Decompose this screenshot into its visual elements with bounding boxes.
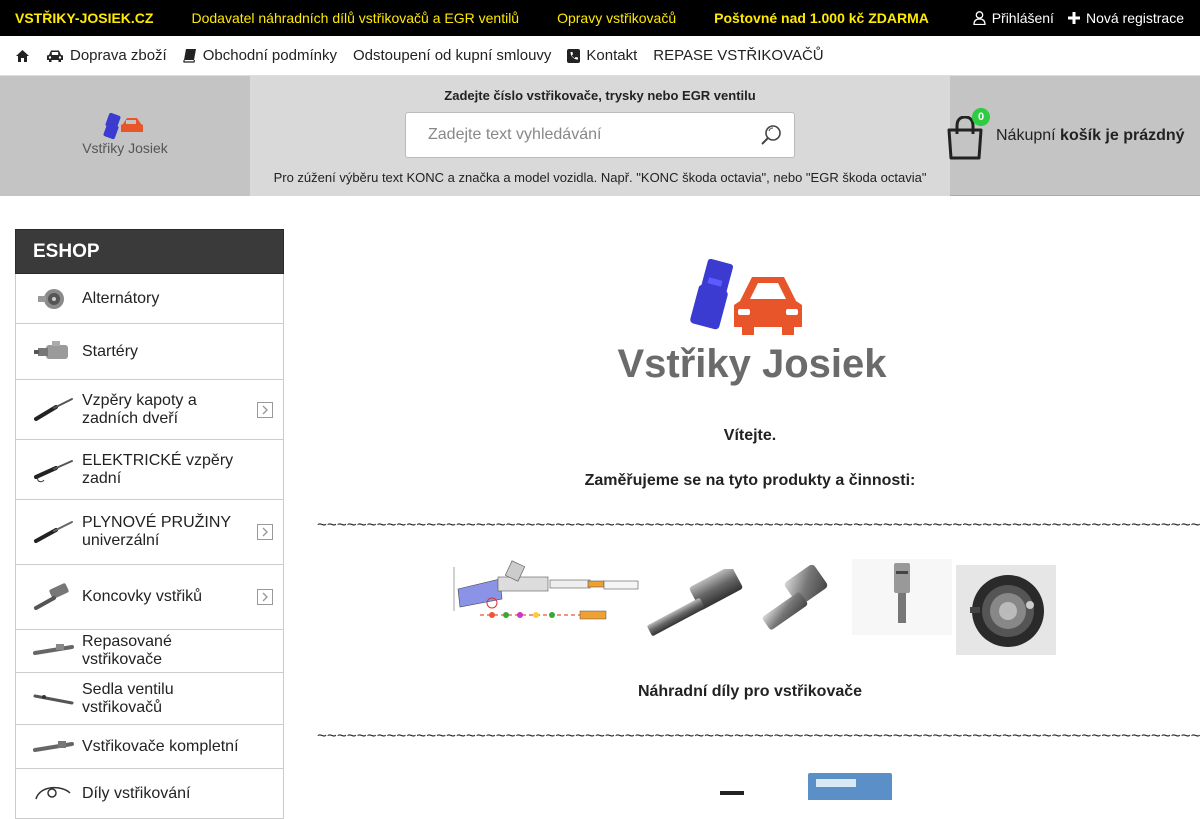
eshop-sidebar: ESHOP Alternátory Startéry Vzpěry kapoty…: [15, 229, 284, 819]
sidebar-item-label: Repasované vstřikovače: [82, 633, 172, 668]
sidebar-item-alternatory[interactable]: Alternátory: [15, 274, 284, 324]
shopping-bag-icon: 0: [946, 108, 990, 160]
logo-text: Vstřiky Josiek: [82, 140, 169, 156]
nozzle-product-3[interactable]: [852, 559, 952, 635]
sidebar-item-label: Vstřikovače kompletní: [82, 737, 239, 755]
sidebar-item-label: ELEKTRICKÉ vzpěry zadní: [82, 452, 234, 487]
sidebar-item-label: Koncovky vstřiků: [82, 588, 203, 605]
injection-parts-thumb: [35, 786, 71, 800]
car-icon: [47, 50, 63, 62]
sidebar-item-label: PLYNOVÉ PRUŽINY univerzální: [82, 514, 231, 549]
repairs-link[interactable]: Opravy vstřikovačů: [557, 10, 676, 26]
injector-graphic: [690, 259, 734, 330]
menu-item-label: Odstoupení od kupní smlouvy: [352, 47, 552, 64]
search-button[interactable]: [748, 113, 794, 157]
valve-seat-thumb: [33, 694, 74, 704]
sidebar-item-label: Startéry: [82, 342, 139, 360]
menu-item-refurbish[interactable]: REPASE VSTŘIKOVAČŮ: [653, 47, 823, 64]
book-icon: [183, 49, 196, 63]
focus-heading: Zaměřujeme se na tyto produkty a činnost…: [584, 472, 916, 489]
sidebar-item-sedla[interactable]: Sedla ventilu vstřikovačů: [15, 673, 284, 725]
tagline-link[interactable]: Dodavatel náhradních dílů vstřikovačů a …: [191, 10, 519, 26]
sidebar-item-label: Vzpěry kapoty a zadních dveří: [82, 392, 197, 427]
shipping-notice[interactable]: Poštovné nad 1.000 kč ZDARMA: [714, 10, 929, 26]
plus-icon: [1067, 12, 1080, 24]
menu-item-label: Doprava zboží: [70, 47, 167, 64]
home-icon: [16, 49, 29, 62]
top-bar: VSTŘIKY-JOSIEK.CZ Dodavatel náhradních d…: [0, 0, 1200, 36]
alternator-thumb: [38, 288, 64, 309]
menu-item-label: Kontakt: [586, 47, 638, 64]
sidebar-item-label: Díly vstřikování: [82, 785, 191, 802]
search-hint: Pro zúžení výběru text KONC a značka a m…: [273, 170, 927, 185]
site-logo[interactable]: Vstřiky Josiek: [0, 76, 250, 196]
cart-status-text: košík je prázdný: [1060, 127, 1185, 144]
nozzle-thumb: [34, 583, 69, 610]
main-content: Vstřiky Josiek Vítejte. Zaměřujeme se na…: [300, 197, 1200, 800]
register-label: Nová registrace: [1085, 10, 1184, 26]
menu-item-home[interactable]: [15, 49, 30, 63]
menu-item-shipping[interactable]: Doprava zboží: [46, 47, 167, 64]
login-link[interactable]: Přihlášení: [973, 10, 1054, 26]
expand-arrow-icon[interactable]: [257, 401, 273, 418]
logo-graphic: Vstřiky Josiek: [82, 112, 169, 156]
sidebar-item-dily-vstrikovani[interactable]: Díly vstřikování: [15, 769, 284, 819]
sidebar-item-vzpery[interactable]: Vzpěry kapoty a zadních dveří: [15, 380, 284, 440]
sidebar-item-repasovane[interactable]: Repasované vstřikovače: [15, 630, 284, 673]
expand-arrow-icon[interactable]: [257, 589, 273, 605]
sidebar-item-vstrikovace-kompletni[interactable]: Vstřikovače kompletní: [15, 725, 284, 769]
brand-link[interactable]: VSTŘIKY-JOSIEK.CZ: [15, 10, 153, 26]
gas-spring-thumb: [34, 521, 73, 543]
control-valve-product[interactable]: [956, 565, 1056, 655]
user-icon: [973, 11, 986, 25]
main-logo: Vstřiky Josiek: [617, 259, 887, 386]
main-logo-text: Vstřiky Josiek: [617, 342, 887, 386]
menu-item-withdrawal[interactable]: Odstoupení od kupní smlouvy: [353, 47, 551, 64]
tilde-separator: ~~~~~~~~~~~~~~~~~~~~~~~~~~~~~~~~~~~~~~~~…: [317, 726, 1200, 745]
search-box: [405, 112, 795, 158]
sidebar-item-label: Alternátory: [82, 289, 160, 307]
nozzle-product-1[interactable]: [640, 569, 745, 649]
cart-prefix: Nákupní: [996, 127, 1056, 144]
menu-item-label: REPASE VSTŘIKOVAČŮ: [653, 47, 824, 64]
menu-item-terms[interactable]: Obchodní podmínky: [183, 47, 337, 64]
header-band: Vstřiky Josiek Zadejte číslo vstřikovače…: [0, 76, 1200, 196]
phone-icon: [567, 48, 581, 63]
starter-thumb: [34, 340, 68, 359]
register-link[interactable]: Nová registrace: [1067, 10, 1184, 26]
tilde-separator: ~~~~~~~~~~~~~~~~~~~~~~~~~~~~~~~~~~~~~~~~…: [317, 515, 1200, 534]
menu-item-contact[interactable]: Kontakt: [567, 47, 637, 64]
cart-status: Nákupní košík je prázdný: [996, 127, 1185, 145]
search-icon: [761, 125, 781, 145]
sidebar-item-startery[interactable]: Startéry: [15, 324, 284, 380]
search-input[interactable]: [406, 126, 748, 144]
login-label: Přihlášení: [991, 10, 1054, 26]
sidebar-item-label: Sedla ventilu vstřikovačů: [82, 680, 174, 716]
injector-exploded-diagram[interactable]: [440, 559, 640, 634]
sidebar-item-koncovky[interactable]: Koncovky vstřiků: [15, 565, 284, 630]
account-links: Přihlášení Nová registrace: [973, 10, 1184, 26]
injector-thumb: [33, 644, 74, 655]
sidebar-item-plynove-pruziny[interactable]: PLYNOVÉ PRUŽINY univerzální: [15, 500, 284, 565]
parts-caption: Náhradní díly pro vstřikovače: [637, 683, 863, 700]
search-panel: Zadejte číslo vstřikovače, trysky nebo E…: [250, 76, 950, 196]
search-title: Zadejte číslo vstřikovače, trysky nebo E…: [444, 88, 756, 103]
sidebar-title: ESHOP: [15, 229, 284, 274]
expand-arrow-icon[interactable]: [257, 524, 273, 540]
welcome-text: Vítejte.: [723, 427, 777, 444]
complete-injector-thumb: [33, 740, 74, 752]
sidebar-item-elektricke-vzpery[interactable]: ELEKTRICKÉ vzpěry zadní: [15, 440, 284, 500]
bottom-product-preview: [720, 773, 892, 800]
main-menu: Doprava zboží Obchodní podmínky Odstoupe…: [0, 36, 1200, 76]
cart-widget[interactable]: 0 Nákupní košík je prázdný: [946, 76, 1200, 196]
electric-strut-thumb: [34, 459, 73, 482]
nozzle-product-2[interactable]: [756, 565, 836, 645]
car-graphic: [734, 277, 802, 335]
menu-item-label: Obchodní podmínky: [202, 47, 337, 64]
cart-count-badge: 0: [972, 108, 990, 126]
gas-strut-thumb: [34, 397, 73, 421]
